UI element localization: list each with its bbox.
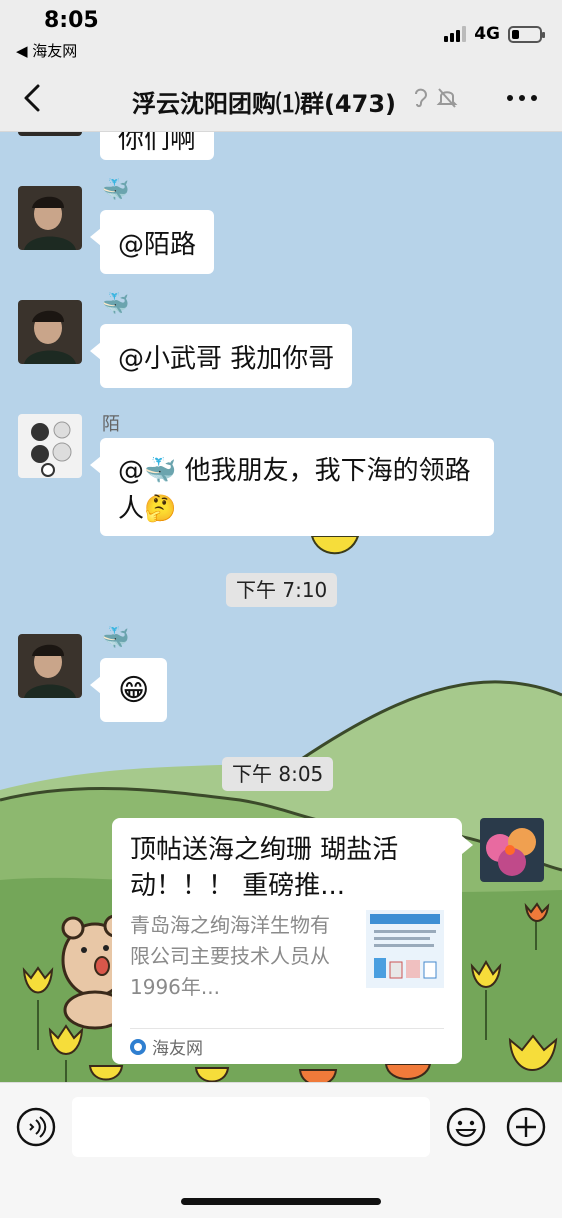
ear-icon: [415, 88, 428, 108]
sender-whale-emoji: 🐳: [102, 626, 130, 651]
home-indicator[interactable]: [181, 1198, 381, 1205]
status-time: 8:05: [44, 8, 99, 33]
avatar[interactable]: [18, 634, 82, 698]
coral-photo-avatar[interactable]: [480, 818, 544, 882]
avatar[interactable]: [18, 300, 82, 364]
more-icon[interactable]: [504, 84, 540, 112]
plus-icon[interactable]: [506, 1107, 546, 1147]
status-bar: 8:05 ◀ 海友网 4G: [0, 0, 562, 66]
card-source: 海友网: [130, 1034, 203, 1059]
timestamp: 下午 8:05: [222, 757, 334, 791]
mute-bell-icon: [436, 88, 458, 108]
emoji-icon[interactable]: [446, 1107, 486, 1147]
voice-icon[interactable]: [16, 1107, 56, 1147]
network-type: 4G: [474, 24, 500, 44]
message-bubble[interactable]: @小武哥 我加你哥: [89, 324, 353, 388]
chat-header: 浮云沈阳团购⑴群(473): [0, 66, 562, 132]
signal-icon: [444, 26, 467, 42]
product-flyer-thumbnail: [366, 910, 444, 988]
card-description: 青岛海之绚海洋生物有限公司主要技术人员从1996年...: [130, 913, 330, 999]
chat-title: 浮云沈阳团购⑴群(473): [131, 90, 397, 118]
source-logo-icon: [130, 1038, 146, 1055]
message-bubble[interactable]: @陌路: [89, 210, 215, 274]
message-text: @🐳 他我朋友，我下海的领路人🤔: [118, 456, 471, 524]
timestamp: 下午 7:10: [226, 573, 338, 607]
sender-whale-emoji: 🐳: [102, 178, 130, 203]
battery-icon: [508, 25, 545, 43]
message-bubble[interactable]: @🐳 他我朋友，我下海的领路人🤔: [90, 438, 494, 536]
card-divider: [130, 1028, 444, 1029]
avatar[interactable]: [18, 186, 82, 250]
cartoon-bear-avatar[interactable]: [18, 414, 82, 478]
card-title: 顶帖送海之绚珊 瑚盐活动！！！ 重磅推...: [130, 835, 399, 901]
sender-whale-emoji: 🐳: [102, 292, 130, 317]
return-to-app-link[interactable]: ◀ 海友网: [16, 40, 77, 61]
message-input[interactable]: [72, 1097, 430, 1157]
emoji-message-bubble[interactable]: 😁: [89, 658, 168, 722]
link-share-card[interactable]: 顶帖送海之绚珊 瑚盐活动！！！ 重磅推... 青岛海之绚海洋生物有限公司主要技术…: [112, 818, 473, 1064]
source-name: 海友网: [152, 1039, 203, 1059]
